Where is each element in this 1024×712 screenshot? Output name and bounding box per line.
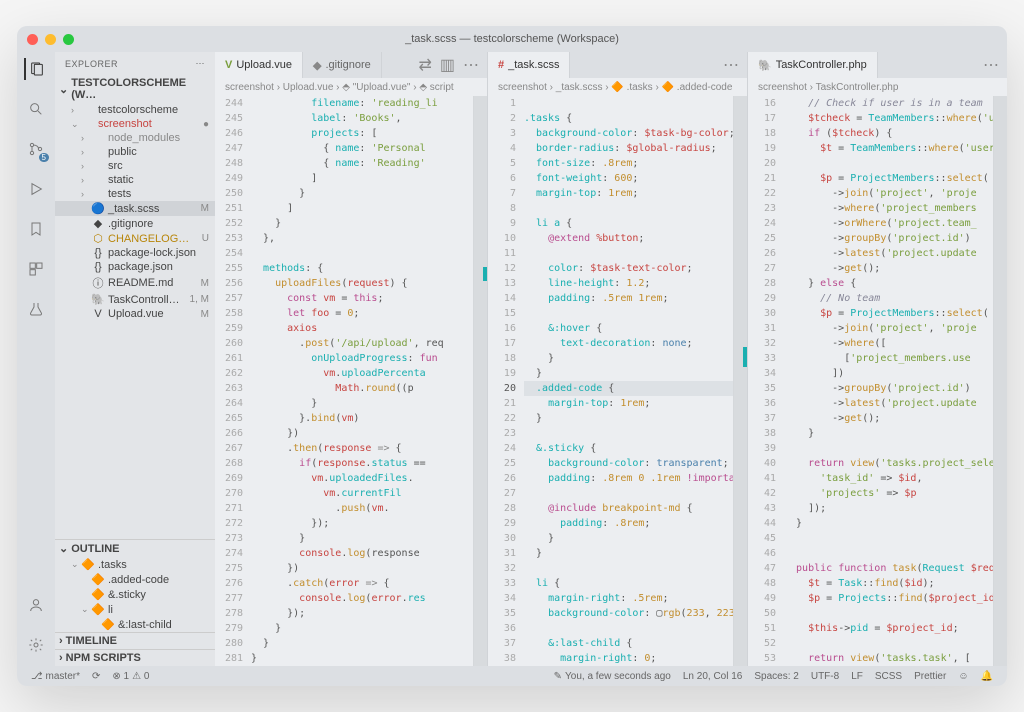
outline-section[interactable]: ⌄OUTLINE (55, 540, 215, 557)
account-icon[interactable] (25, 594, 47, 616)
minimap-2[interactable] (733, 96, 747, 666)
problems-status[interactable]: ⊗ 1 ⚠ 0 (106, 671, 155, 682)
minimap-3[interactable] (993, 96, 1007, 666)
main-area: 5 EXPLORER ⋯ ⌄TESTCOLORSCHEME (W… ›testc… (17, 52, 1007, 666)
extensions-icon[interactable] (25, 258, 47, 280)
minimap-1[interactable] (473, 96, 487, 666)
editor-group: VUpload.vue◆.gitignore ⇄ ▥ ⋯ screenshot › U… (215, 52, 1007, 666)
window-title: _task.scss — testcolorscheme (Workspace) (405, 33, 619, 45)
editor-2: #_task.scss ⋯ screenshot › _task.scss › 🔶… (488, 52, 748, 666)
tabbar-2: #_task.scss ⋯ (488, 52, 747, 78)
tree-item[interactable]: ⓘREADME.mdM (55, 274, 215, 292)
activity-bar: 5 (17, 52, 55, 666)
editor-3: 🐘TaskController.php ⋯ screenshot › TaskCo… (748, 52, 1007, 666)
more-icon[interactable]: ⋯ (983, 55, 999, 75)
editor-1: VUpload.vue◆.gitignore ⇄ ▥ ⋯ screenshot › U… (215, 52, 488, 666)
more-icon[interactable]: ⋯ (463, 55, 479, 75)
outline-item[interactable]: 🔶.added-code (55, 572, 215, 587)
compare-icon[interactable]: ⇄ (418, 55, 431, 75)
sync-status[interactable]: ⟳ (86, 671, 106, 682)
outline-item[interactable]: 🔶&:last-child (55, 617, 215, 632)
debug-icon[interactable] (25, 178, 47, 200)
encoding-status[interactable]: UTF-8 (805, 671, 845, 682)
outline-item[interactable]: ⌄🔶li (55, 602, 215, 617)
tab[interactable]: ◆.gitignore (303, 52, 382, 78)
npm-section[interactable]: ›NPM SCRIPTS (55, 649, 215, 666)
workspace-section[interactable]: ⌄TESTCOLORSCHEME (W… (55, 75, 215, 103)
lang-status[interactable]: SCSS (869, 671, 908, 682)
blame-status[interactable]: ✎ You, a few seconds ago (548, 671, 677, 682)
explorer-icon[interactable] (24, 58, 46, 80)
code-2[interactable]: 1234567891011121314151617181920212223242… (488, 96, 747, 666)
tree-item[interactable]: ›static (55, 173, 215, 187)
tree-item[interactable]: 🐘TaskControll…1, M (55, 292, 215, 307)
bookmark-icon[interactable] (25, 218, 47, 240)
close-window-button[interactable] (27, 34, 38, 45)
scm-icon[interactable]: 5 (25, 138, 47, 160)
tab[interactable]: VUpload.vue (215, 52, 303, 78)
sidebar-header: EXPLORER ⋯ (55, 52, 215, 75)
tree-item[interactable]: ◆.gitignore (55, 216, 215, 231)
vscode-window: _task.scss — testcolorscheme (Workspace)… (17, 26, 1007, 686)
breadcrumb-2[interactable]: screenshot › _task.scss › 🔶 .tasks › 🔶 .… (488, 78, 747, 96)
statusbar: ⎇ master* ⟳ ⊗ 1 ⚠ 0 ✎ You, a few seconds… (17, 666, 1007, 686)
eol-status[interactable]: LF (845, 671, 869, 682)
tree-item[interactable]: {}package-lock.json (55, 246, 215, 260)
outline-item[interactable]: ⌄🔶.tasks (55, 557, 215, 572)
file-tree: ›testcolorscheme⌄screenshot●›node_module… (55, 103, 215, 539)
tree-item[interactable]: ›node_modules (55, 131, 215, 145)
breadcrumb-1[interactable]: screenshot › Upload.vue › ⬘ "Upload.vue"… (215, 78, 487, 96)
indent-status[interactable]: Spaces: 2 (748, 671, 804, 682)
feedback-icon[interactable]: ☺ (952, 671, 974, 682)
tab[interactable]: 🐘TaskController.php (748, 52, 878, 78)
tabbar-3: 🐘TaskController.php ⋯ (748, 52, 1007, 78)
outline-item[interactable]: 🔶&.sticky (55, 587, 215, 602)
more-icon[interactable]: ⋯ (723, 55, 739, 75)
tree-item[interactable]: VUpload.vueM (55, 307, 215, 321)
prettier-status[interactable]: Prettier (908, 671, 952, 682)
titlebar: _task.scss — testcolorscheme (Workspace) (17, 26, 1007, 52)
tree-item[interactable]: 🔵_task.scssM (55, 201, 215, 216)
cursor-status[interactable]: Ln 20, Col 16 (677, 671, 749, 682)
tree-item[interactable]: ⌄screenshot● (55, 117, 215, 131)
split-icon[interactable]: ▥ (440, 55, 455, 75)
tree-item[interactable]: {}package.json (55, 260, 215, 274)
code-3[interactable]: 1617181920212223242526272829303132333435… (748, 96, 1007, 666)
tab[interactable]: #_task.scss (488, 52, 570, 78)
tabbar-1: VUpload.vue◆.gitignore ⇄ ▥ ⋯ (215, 52, 487, 78)
tree-item[interactable]: ›src (55, 159, 215, 173)
window-controls (27, 34, 74, 45)
testing-icon[interactable] (25, 298, 47, 320)
timeline-section[interactable]: ›TIMELINE (55, 632, 215, 649)
tree-item[interactable]: ⬡CHANGELOG…U (55, 231, 215, 246)
sidebar: EXPLORER ⋯ ⌄TESTCOLORSCHEME (W… ›testcol… (55, 52, 215, 666)
branch-status[interactable]: ⎇ master* (25, 671, 86, 682)
code-1[interactable]: 2442452462472482492502512522532542552562… (215, 96, 487, 666)
gear-icon[interactable] (25, 634, 47, 656)
minimize-window-button[interactable] (45, 34, 56, 45)
maximize-window-button[interactable] (63, 34, 74, 45)
sidebar-more-icon[interactable]: ⋯ (196, 58, 206, 69)
tree-item[interactable]: ›public (55, 145, 215, 159)
tree-item[interactable]: ›tests (55, 187, 215, 201)
breadcrumb-3[interactable]: screenshot › TaskController.php (748, 78, 1007, 96)
bell-icon[interactable]: 🔔 (975, 671, 999, 682)
tree-item[interactable]: ›testcolorscheme (55, 103, 215, 117)
search-icon[interactable] (25, 98, 47, 120)
